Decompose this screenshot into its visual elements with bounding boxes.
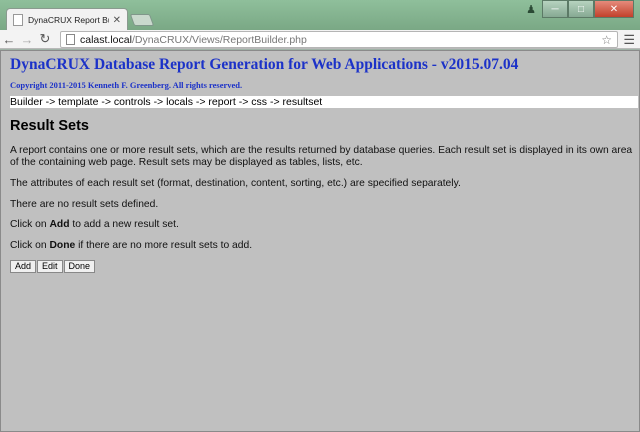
add-instruction-prefix: Click on — [10, 219, 50, 230]
intro-paragraph: A report contains one or more result set… — [10, 145, 633, 168]
tab-title: DynaCRUX Report Builder — [28, 15, 109, 25]
back-arrow-icon[interactable]: ← — [0, 30, 18, 48]
page-title: Result Sets — [10, 118, 89, 134]
minimize-button[interactable]: ─ — [542, 0, 568, 18]
page-content: DynaCRUX Database Report Generation for … — [0, 50, 640, 432]
url-path: /DynaCRUX/Views/ReportBuilder.php — [131, 33, 307, 46]
action-buttons: Add Edit Done — [10, 260, 630, 273]
tab-close-icon[interactable]: ✕ — [113, 15, 121, 26]
add-button[interactable]: Add — [10, 260, 37, 273]
bookmark-star-icon[interactable]: ☆ — [601, 33, 612, 47]
attributes-paragraph: The attributes of each result set (forma… — [10, 178, 461, 189]
menu-icon[interactable]: ☰ — [623, 32, 635, 48]
address-bar[interactable]: calast.local/DynaCRUX/Views/ReportBuilde… — [60, 31, 618, 48]
done-instruction: Click on Done if there are no more resul… — [10, 240, 630, 252]
breadcrumb: Builder -> template -> controls -> local… — [10, 96, 638, 108]
done-instruction-suffix: if there are no more result sets to add. — [75, 239, 253, 251]
page-favicon-icon — [13, 14, 23, 26]
forward-arrow-icon[interactable]: → — [18, 30, 36, 48]
browser-titlebar: DynaCRUX Report Builder ✕ ♟ ─ □ ✕ — [0, 0, 640, 31]
done-instruction-prefix: Click on — [10, 239, 50, 251]
browser-toolbar: ← → ↻ calast.local/DynaCRUX/Views/Report… — [0, 30, 640, 49]
done-instruction-keyword: Done — [49, 239, 76, 251]
status-paragraph: There are no result sets defined. — [10, 198, 159, 210]
add-instruction-suffix: to add a new result set. — [69, 219, 179, 230]
close-window-button[interactable]: ✕ — [594, 0, 634, 18]
done-button[interactable]: Done — [63, 260, 96, 273]
copyright-notice: Copyright 2011-2015 Kenneth F. Greenberg… — [10, 80, 243, 90]
window-controls: ♟ ─ □ ✕ — [520, 0, 634, 18]
url-host: calast.local — [80, 33, 132, 46]
maximize-button[interactable]: □ — [568, 0, 594, 18]
user-icon[interactable]: ♟ — [520, 0, 542, 18]
new-tab-button[interactable] — [129, 14, 155, 26]
reload-icon[interactable]: ↻ — [36, 30, 54, 48]
edit-button[interactable]: Edit — [37, 260, 63, 273]
add-instruction-keyword: Add — [49, 219, 70, 230]
add-instruction: Click on Add to add a new result set. — [10, 219, 630, 231]
browser-tab[interactable]: DynaCRUX Report Builder ✕ — [6, 8, 128, 31]
page-icon — [66, 34, 75, 45]
url-text[interactable]: calast.local/DynaCRUX/Views/ReportBuilde… — [80, 34, 601, 46]
app-title: DynaCRUX Database Report Generation for … — [10, 56, 519, 73]
